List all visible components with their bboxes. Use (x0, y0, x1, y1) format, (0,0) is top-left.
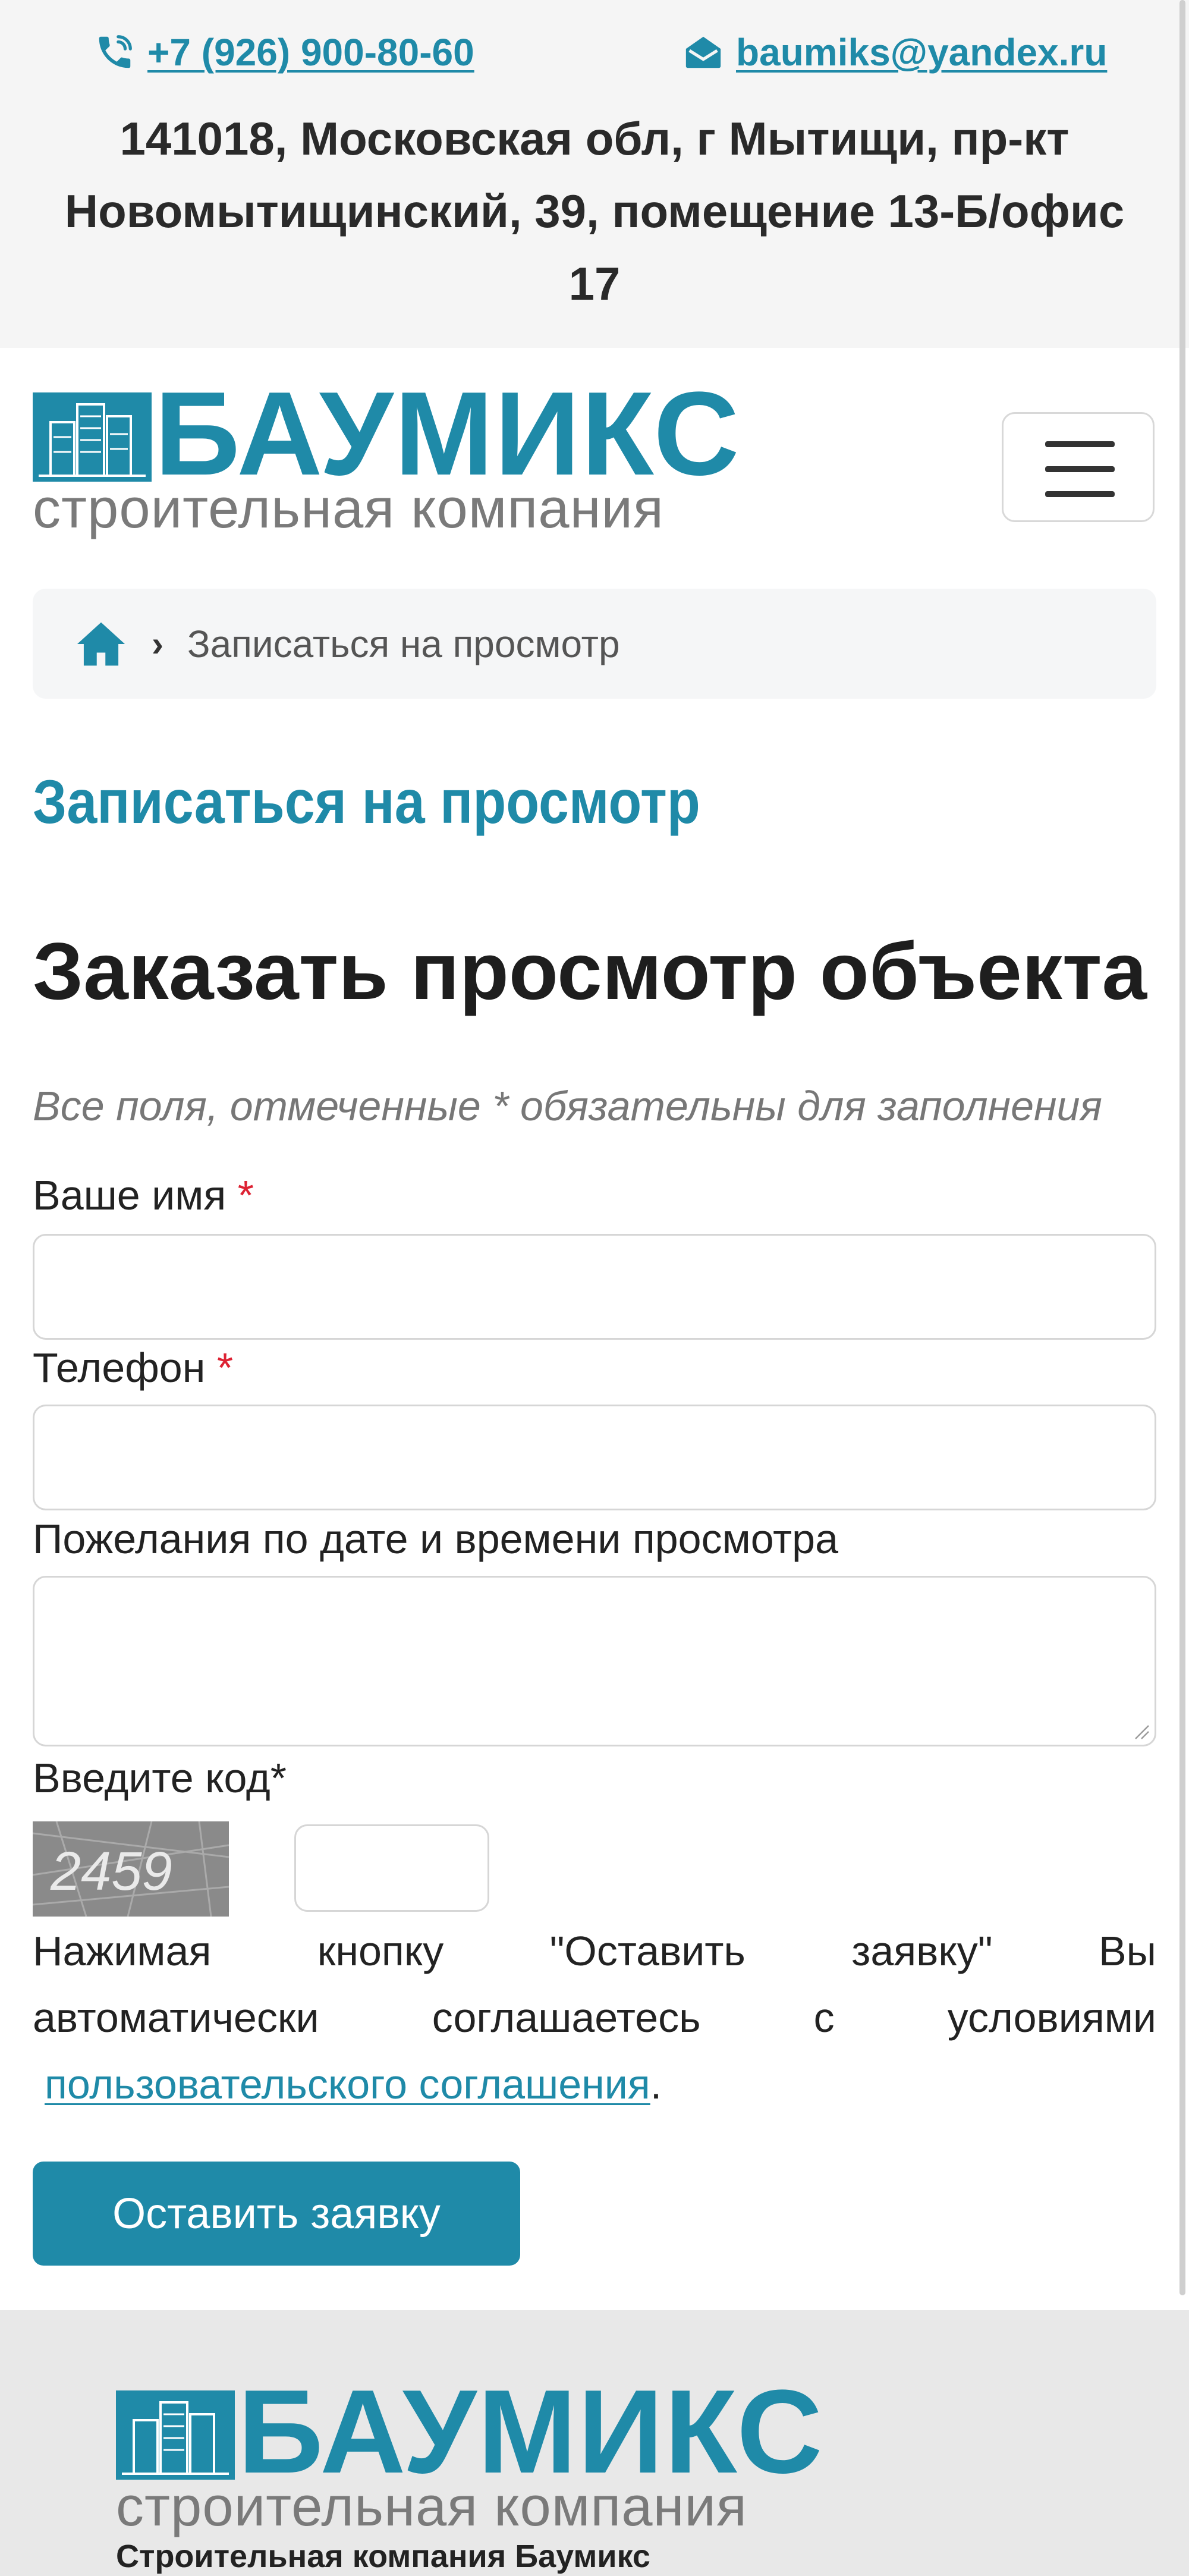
consent-word: заявку" (851, 1928, 993, 1974)
name-input[interactable] (33, 1234, 1156, 1340)
phone-link[interactable]: +7 (926) 900-80-60 (147, 30, 474, 74)
form-title: Заказать просмотр объекта (33, 926, 1147, 1016)
hamburger-icon (1045, 441, 1115, 447)
footer-company-name: Строительная компания Баумикс (116, 2539, 650, 2574)
submit-request-button[interactable]: Оставить заявку (33, 2162, 520, 2266)
logo-emblem-icon (116, 2390, 235, 2480)
email-link[interactable]: baumiks@yandex.ru (736, 30, 1107, 74)
phone-label-text: Телефон (33, 1344, 206, 1391)
captcha-label: Введите код* (33, 1755, 287, 1801)
logo-tagline: строительная компания (33, 477, 664, 539)
breadcrumb-current: Записаться на просмотр (187, 622, 620, 665)
envelope-icon (685, 36, 721, 68)
consent-word: Вы (1098, 1928, 1156, 1974)
phone-contact[interactable]: +7 (926) 900-80-60 (94, 24, 474, 80)
wishes-textarea[interactable] (33, 1576, 1156, 1746)
logo-emblem-icon (33, 392, 152, 482)
breadcrumb: › Записаться на просмотр (33, 589, 1156, 699)
email-contact[interactable]: baumiks@yandex.ru (682, 24, 1107, 80)
footer-logo[interactable]: БАУМИКС строительная компания (116, 2373, 823, 2537)
required-star: * (216, 1344, 234, 1391)
menu-toggle-button[interactable] (1002, 412, 1155, 522)
phone-label: Телефон * (33, 1344, 233, 1391)
resize-grip-icon[interactable] (1133, 1723, 1150, 1740)
page-scrollbar[interactable] (1179, 0, 1185, 2295)
hamburger-icon (1045, 466, 1115, 472)
captcha-image: 2459 (33, 1821, 229, 1917)
consent-word: "Оставить (549, 1928, 746, 1974)
phone-icon (99, 34, 132, 68)
wishes-label: Пожелания по дате и времени просмотра (33, 1516, 839, 1562)
user-agreement-link[interactable]: пользовательского соглашения (45, 2061, 650, 2107)
required-star: * (237, 1172, 254, 1218)
hamburger-icon (1045, 491, 1115, 497)
address-line: 141018, Московская обл, г Мытищи, пр-кт (119, 112, 1070, 165)
logo-tagline: строительная компания (116, 2475, 747, 2537)
site-logo[interactable]: БАУМИКС строительная компания (33, 375, 740, 539)
consent-word: кнопку (317, 1928, 444, 1974)
address-line: Новомытищинский, 39, помещение 13-Б/офис (64, 185, 1125, 237)
consent-end: . (650, 2061, 662, 2107)
consent-word: условиями (947, 1994, 1156, 2041)
captcha-input[interactable] (294, 1824, 489, 1912)
consent-word: соглашаетесь (432, 1994, 701, 2041)
consent-word: с (813, 1994, 835, 2041)
phone-input[interactable] (33, 1405, 1156, 1510)
captcha-code: 2459 (50, 1841, 172, 1902)
address-text: 141018, Московская обл, г Мытищи, пр-кт … (36, 102, 1153, 320)
home-icon (77, 622, 125, 665)
chevron-right-icon: › (152, 624, 163, 664)
consent-line: автоматически соглашаетесь с условиями (33, 1984, 1156, 2051)
name-label-text: Ваше имя (33, 1172, 227, 1218)
top-contact-bar: +7 (926) 900-80-60 baumiks@yandex.ru 141… (0, 0, 1189, 348)
consent-word: автоматически (33, 1994, 319, 2041)
consent-line: Нажимая кнопку "Оставить заявку" Вы (33, 1918, 1156, 1984)
consent-word: Нажимая (33, 1928, 212, 1974)
consent-text: Нажимая кнопку "Оставить заявку" Вы авто… (33, 1918, 1156, 2118)
footer: БАУМИКС строительная компания (0, 2310, 1189, 2576)
page-heading: Записаться на просмотр (33, 768, 700, 837)
address-line: 17 (568, 257, 621, 310)
breadcrumb-home-link[interactable] (74, 620, 128, 668)
consent-line: пользовательского соглашения. (33, 2051, 1156, 2118)
required-fields-note: Все поля, отмеченные * обязательны для з… (33, 1083, 1102, 1129)
name-label: Ваше имя * (33, 1171, 254, 1219)
